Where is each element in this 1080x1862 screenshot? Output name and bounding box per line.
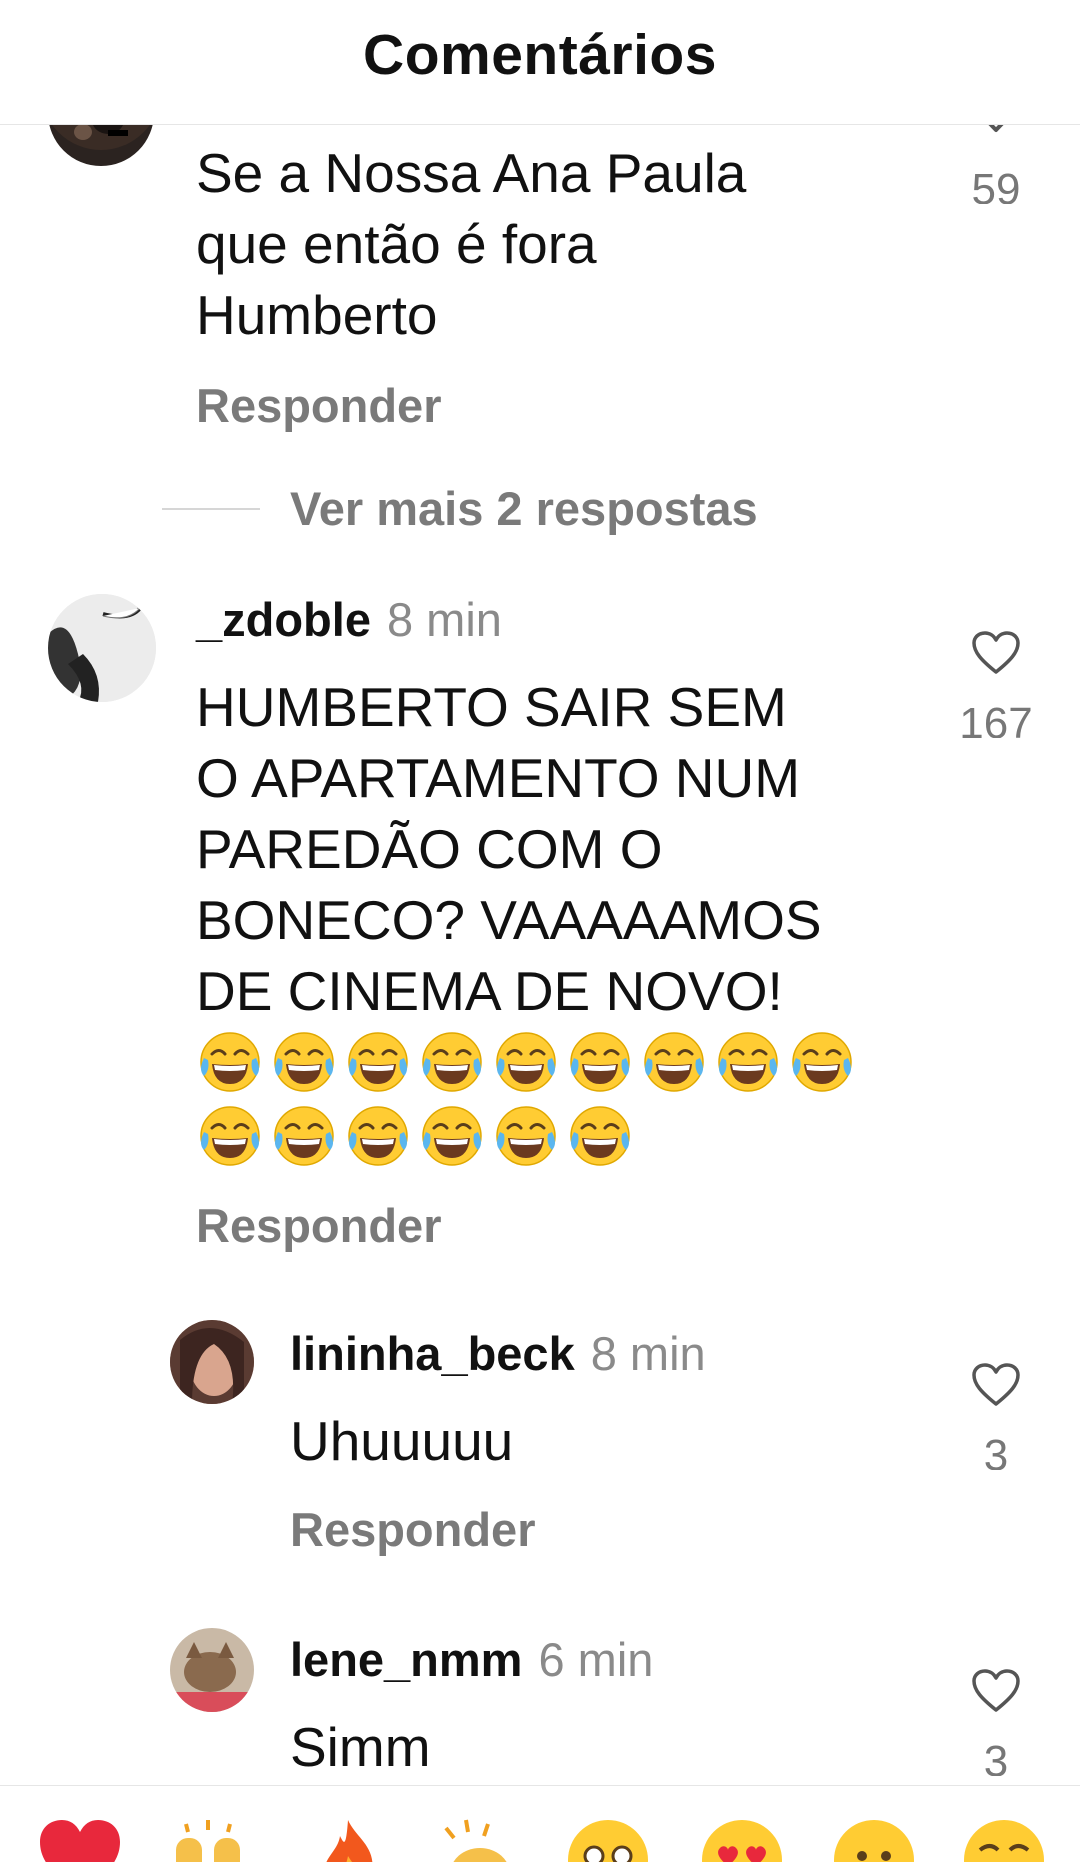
avatar-image bbox=[170, 1628, 254, 1712]
username-text: lininha_beck bbox=[290, 1327, 575, 1380]
username-text: _zdoble bbox=[196, 593, 371, 646]
tears-of-joy-emoji bbox=[422, 1106, 482, 1166]
emoji-row bbox=[198, 1030, 864, 1102]
tears-of-joy-face-icon[interactable] bbox=[962, 1816, 1046, 1862]
fire-icon[interactable] bbox=[306, 1816, 390, 1862]
tears-of-joy-emoji bbox=[274, 1032, 334, 1092]
like-count: 167 bbox=[959, 699, 1033, 738]
view-more-replies-label: Ver mais 2 respostas bbox=[290, 482, 758, 535]
comment-text: Uhuuuuu bbox=[290, 1410, 514, 1472]
comment-text: HUMBERTO SAIR SEM O APARTAMENTO NUM PARE… bbox=[196, 676, 822, 1022]
comment-username[interactable]: _zdoble 8 min bbox=[196, 592, 502, 647]
emoji-row bbox=[198, 1104, 864, 1176]
heart-icon bbox=[972, 1669, 1020, 1712]
page-title: Comentários bbox=[363, 23, 717, 87]
tears-of-joy-emoji bbox=[570, 1032, 630, 1092]
comment-time: 8 min bbox=[590, 1327, 706, 1380]
raising-hands-icon[interactable] bbox=[166, 1816, 250, 1862]
comment-emojis bbox=[198, 1030, 864, 1178]
avatar[interactable] bbox=[170, 1628, 254, 1712]
tears-of-joy-emoji bbox=[348, 1106, 408, 1166]
avatar[interactable] bbox=[170, 1320, 254, 1404]
avatar-image bbox=[48, 594, 156, 702]
tears-of-joy-emoji bbox=[200, 1106, 260, 1166]
tears-of-joy-emoji bbox=[422, 1032, 482, 1092]
clapping-hands-icon[interactable] bbox=[436, 1816, 520, 1862]
reply-button[interactable]: Responder bbox=[196, 378, 442, 433]
comments-header: Comentários bbox=[0, 0, 1080, 125]
comment-time: 8 min bbox=[386, 593, 502, 646]
tears-of-joy-emoji bbox=[570, 1106, 630, 1166]
tears-of-joy-emoji bbox=[200, 1032, 260, 1092]
red-heart-icon[interactable] bbox=[38, 1816, 122, 1862]
view-more-replies[interactable]: Ver mais 2 respostas bbox=[162, 481, 758, 536]
like-count: 3 bbox=[983, 1737, 1009, 1776]
tears-of-joy-emoji bbox=[496, 1032, 556, 1092]
reply-button[interactable]: Responder bbox=[196, 1198, 442, 1253]
heart-icon bbox=[972, 631, 1020, 674]
avatar-image bbox=[170, 1320, 254, 1404]
username-text: lene_nmm bbox=[290, 1633, 523, 1686]
heart-eyes-face-icon[interactable] bbox=[700, 1816, 784, 1862]
like-button[interactable]: 3 bbox=[946, 1362, 1046, 1470]
tears-of-joy-emoji bbox=[274, 1106, 334, 1166]
tears-of-joy-emoji bbox=[792, 1032, 852, 1092]
comment-text: Simm bbox=[290, 1716, 431, 1778]
pleading-face-icon[interactable] bbox=[566, 1816, 650, 1862]
comments-feed[interactable]: Se a Nossa Ana Paula que então é fora Hu… bbox=[0, 0, 1080, 1785]
like-count: 3 bbox=[983, 1431, 1009, 1470]
like-button[interactable]: 167 bbox=[946, 630, 1046, 738]
avatar[interactable] bbox=[48, 594, 156, 702]
tears-of-joy-emoji bbox=[348, 1032, 408, 1092]
emoji-reaction-bar bbox=[0, 1785, 1080, 1862]
comment-time: 6 min bbox=[538, 1633, 654, 1686]
like-button[interactable]: 3 bbox=[946, 1668, 1046, 1776]
comment-username[interactable]: lininha_beck 8 min bbox=[290, 1326, 706, 1381]
comment-username[interactable]: lene_nmm 6 min bbox=[290, 1632, 653, 1687]
tears-of-joy-emoji bbox=[718, 1032, 778, 1092]
divider-line bbox=[162, 507, 260, 510]
like-count: 59 bbox=[971, 165, 1021, 204]
heart-icon bbox=[972, 1363, 1020, 1406]
tears-of-joy-emoji bbox=[496, 1106, 556, 1166]
comment-text: Se a Nossa Ana Paula que então é fora Hu… bbox=[196, 142, 747, 346]
surprised-face-icon[interactable] bbox=[832, 1816, 916, 1862]
tears-of-joy-emoji bbox=[644, 1032, 704, 1092]
reply-button[interactable]: Responder bbox=[290, 1502, 536, 1557]
